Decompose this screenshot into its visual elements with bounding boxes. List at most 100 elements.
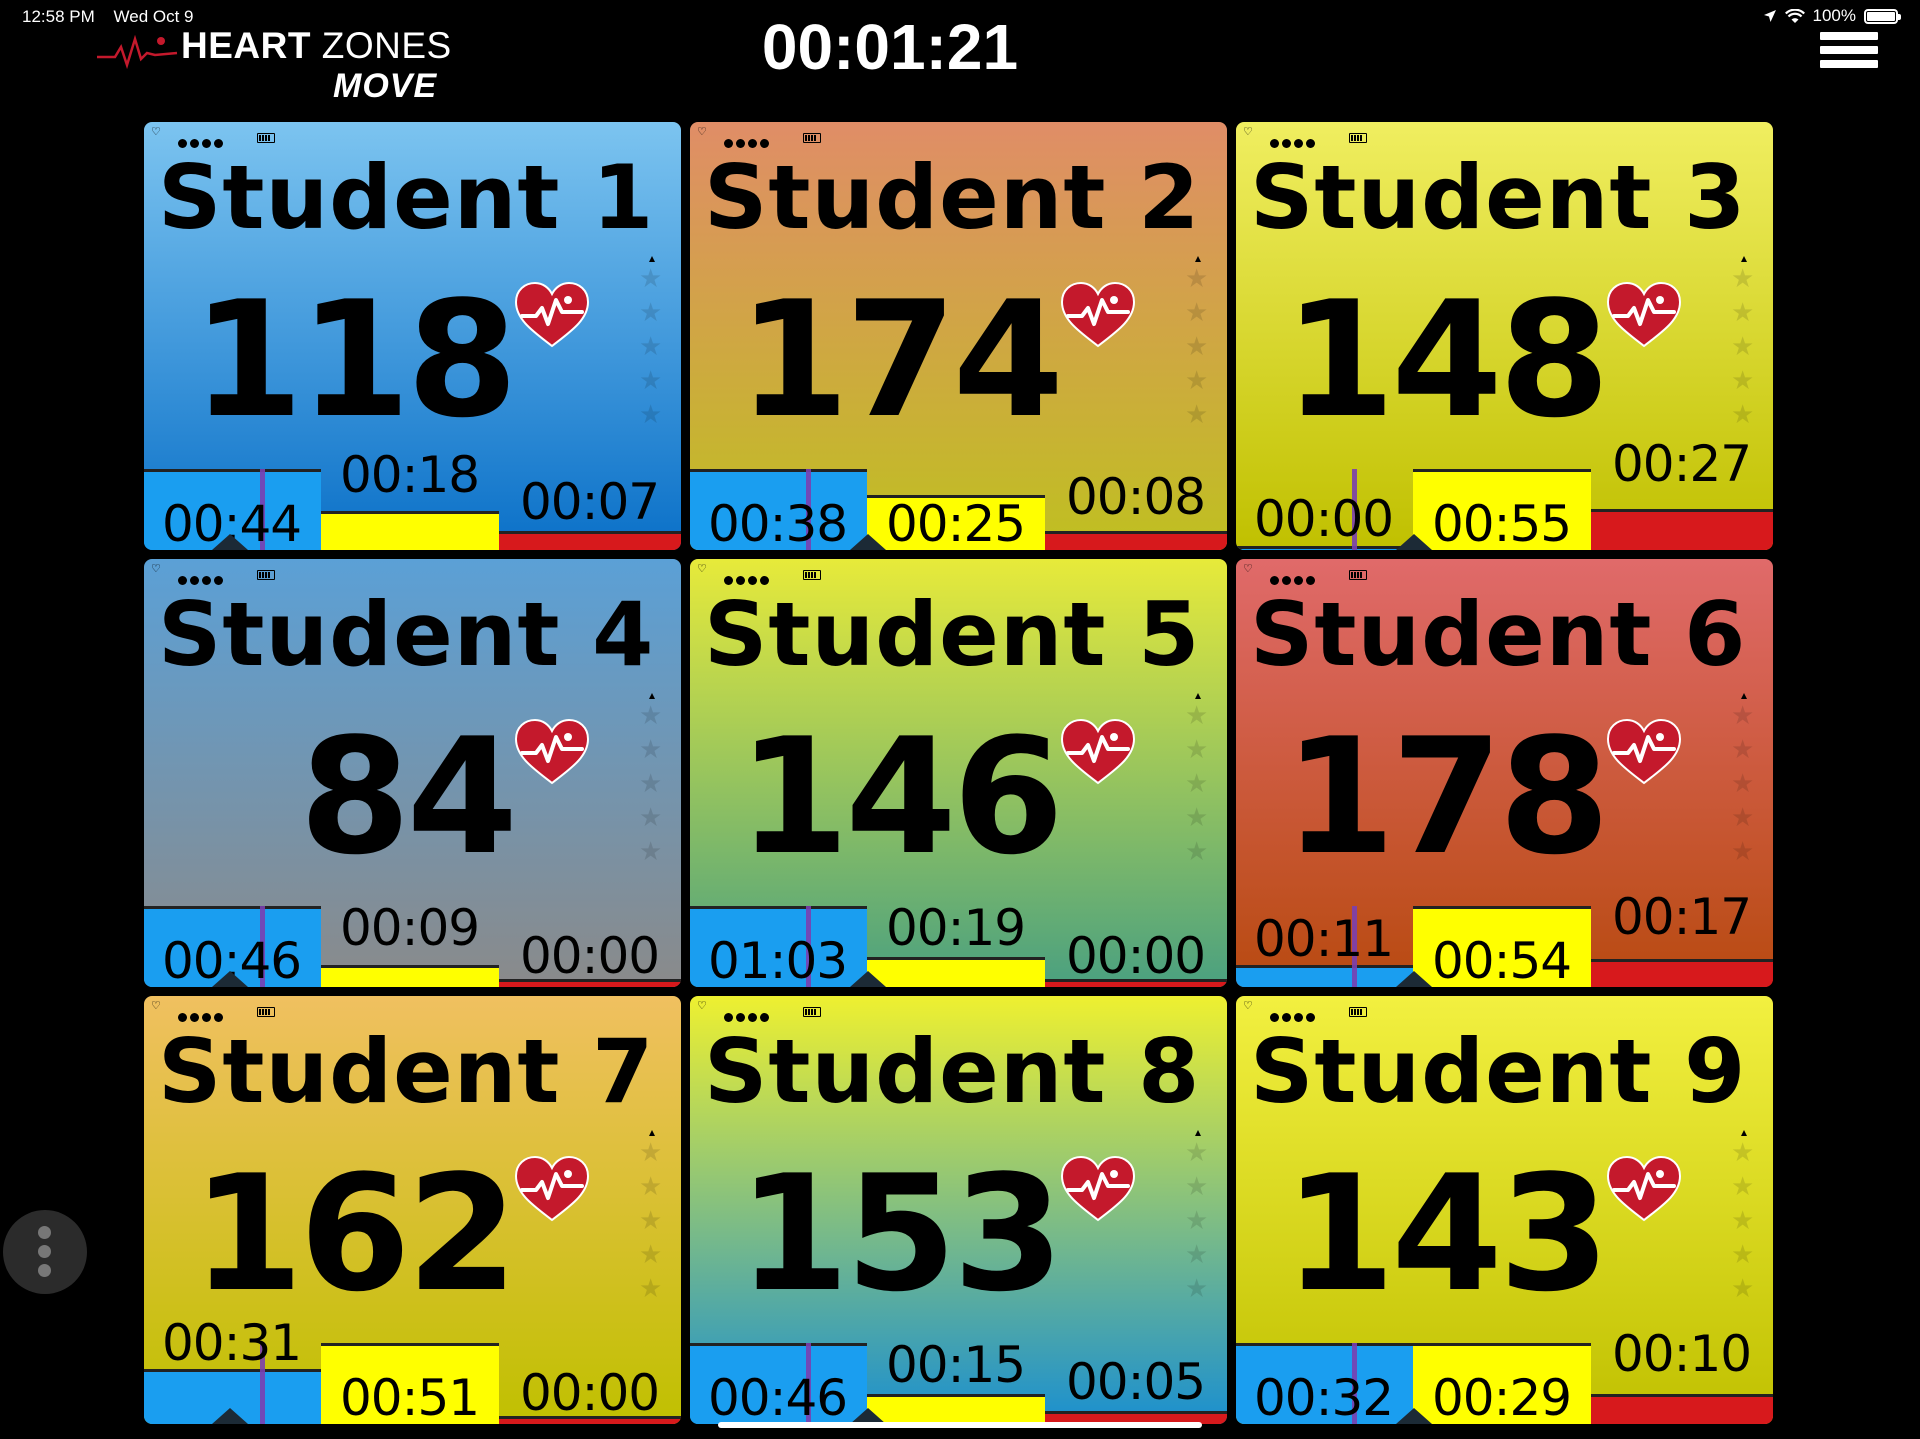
rating-star-icon: ★: [1185, 735, 1209, 765]
student-tile[interactable]: ♡ Student 2 # 174 ★ ★ ★ ★ ★ 00:38 00:25 00:08: [690, 122, 1227, 550]
zone-time: 00:31: [162, 1314, 302, 1372]
zone-bar: [321, 511, 499, 550]
rating-star-icon: ★: [1731, 1138, 1755, 1168]
rating-star-icon: ★: [1731, 366, 1755, 396]
student-tile[interactable]: ♡ Student 7 # 162 ★ ★ ★ ★ ★ 00:31 00:51 00:00: [144, 996, 681, 1424]
rating-star-icon: ★: [639, 1138, 663, 1168]
zone-time: 00:07: [520, 473, 660, 531]
zone-time: 00:00: [1254, 490, 1394, 548]
rating-star-icon: ★: [639, 769, 663, 799]
zone-time: 00:00: [1066, 927, 1206, 985]
rating-star-icon: ★: [639, 735, 663, 765]
rating-star-icon: ★: [1731, 1206, 1755, 1236]
zone-time: 00:11: [1254, 910, 1394, 968]
rating-star-icon: ★: [1731, 1240, 1755, 1270]
student-tile[interactable]: ♡ Student 6 # 178 ★ ★ ★ ★ ★ 00:11 00:54 00:17: [1236, 559, 1773, 987]
hamburger-menu-button[interactable]: [1820, 32, 1878, 76]
zone-time: 00:25: [886, 495, 1026, 550]
zone-time: 00:15: [886, 1336, 1026, 1394]
rating-star-icon: ★: [639, 1274, 663, 1304]
zone-bars: 00:38 00:25 00:08: [690, 440, 1227, 550]
rating-star-icon: ★: [1185, 769, 1209, 799]
heart-rate-value: 143: [1284, 1140, 1610, 1327]
hr-sensor-icon: ♡: [151, 999, 161, 1012]
heart-icon: [1606, 282, 1682, 348]
rating-star-icon: ★: [639, 837, 663, 867]
current-zone-marker: [1396, 534, 1432, 550]
zone-bar: [321, 965, 499, 987]
heartbeat-logo-icon: [97, 34, 178, 70]
student-tile[interactable]: ♡ Student 8 # 153 ★ ★ ★ ★ ★ 00:46 00:15 00:05: [690, 996, 1227, 1424]
app-subbrand: MOVE: [333, 67, 438, 105]
student-tile[interactable]: ♡ Student 5 # 146 ★ ★ ★ ★ ★ 01:03 00:19 00:00: [690, 559, 1227, 987]
rating-star-icon: ★: [1731, 332, 1755, 362]
zone-time: 00:18: [340, 446, 480, 504]
zone-time: 00:09: [340, 899, 480, 957]
rating-star-icon: ★: [1731, 701, 1755, 731]
zone-time: 00:29: [1432, 1369, 1572, 1424]
student-name: Student 3 #: [1250, 146, 1773, 249]
rating-star-icon: ★: [639, 400, 663, 430]
zone-time: 00:19: [886, 899, 1026, 957]
rating-star-icon: ★: [1185, 1240, 1209, 1270]
student-name: Student 6 #: [1250, 583, 1773, 686]
rating-star-icon: ★: [1731, 1172, 1755, 1202]
sensor-battery-icon: [803, 133, 821, 143]
zone-bar: [1591, 1394, 1773, 1424]
rating-star-icon: ★: [1185, 1206, 1209, 1236]
zone-time: 00:17: [1612, 888, 1752, 946]
student-name: Student 7 #: [158, 1020, 681, 1123]
zone-bar: [1591, 509, 1773, 550]
sensor-battery-icon: [1349, 570, 1367, 580]
sensor-battery-icon: [257, 133, 275, 143]
rating-star-icon: ★: [1731, 400, 1755, 430]
zone-time: 00:00: [520, 1364, 660, 1422]
current-zone-marker: [212, 1408, 248, 1424]
more-options-button[interactable]: [3, 1210, 87, 1294]
student-tile[interactable]: ♡ Student 3 # 148 ★ ★ ★ ★ ★ 00:00 00:55 00:27: [1236, 122, 1773, 550]
heart-icon: [1606, 719, 1682, 785]
rating-star-icon: ★: [1731, 298, 1755, 328]
heart-icon: [514, 282, 590, 348]
student-tile[interactable]: ♡Student 1 #118★★★★★00:4400:1800:07: [144, 122, 681, 550]
heart-icon: [1060, 282, 1136, 348]
zone-bar: [1591, 959, 1773, 987]
current-zone-marker: [212, 971, 248, 987]
battery-percent: 100%: [1812, 6, 1856, 25]
current-zone-marker: [212, 534, 248, 550]
status-date: Wed Oct 9: [113, 7, 194, 26]
student-name: Student 4 #: [158, 583, 681, 686]
student-tile[interactable]: ♡Student 4 #84★★★★★00:4600:0900:00: [144, 559, 681, 987]
rating-star-icon: ★: [1731, 735, 1755, 765]
student-tile[interactable]: ♡ Student 9 # 143 ★ ★ ★ ★ ★ 00:32 00:29 00:10: [1236, 996, 1773, 1424]
student-name: Student 2 #: [704, 146, 1227, 249]
zone-bars: 00:00 00:55 00:27: [1236, 436, 1773, 550]
zone-time: 00:05: [1066, 1353, 1206, 1411]
heart-icon: [1060, 719, 1136, 785]
current-zone-marker: [850, 534, 886, 550]
app-logo: HEART ZONES MOVE: [95, 25, 455, 105]
zone-time: 00:27: [1612, 435, 1752, 493]
rating-star-icon: ★: [639, 264, 663, 294]
app-brand: HEART ZONES: [181, 25, 452, 66]
rating-star-icon: ★: [1731, 803, 1755, 833]
student-name: Student 8 #: [704, 1020, 1227, 1123]
current-zone-marker: [850, 971, 886, 987]
rating-star-icon: ★: [1185, 298, 1209, 328]
rating-star-icon: ★: [639, 1172, 663, 1202]
rating-star-icon: ★: [1185, 701, 1209, 731]
hr-sensor-icon: ♡: [1243, 999, 1253, 1012]
student-name: Student 1 #: [158, 146, 681, 249]
session-timer: 00:01:21: [761, 11, 1019, 83]
zone-bar: [1236, 965, 1413, 987]
zone-time: 00:38: [708, 495, 848, 550]
heart-rate-value: 174: [738, 266, 1064, 453]
sensor-battery-icon: [803, 570, 821, 580]
sensor-battery-icon: [1349, 1007, 1367, 1017]
rating-star-icon: ★: [1731, 837, 1755, 867]
zone-time: 00:54: [1432, 932, 1572, 987]
rating-star-icon: ★: [1185, 264, 1209, 294]
rating-star-icon: ★: [1185, 837, 1209, 867]
zone-bars: 00:31 00:51 00:00: [144, 1314, 681, 1424]
rating-star-icon: ★: [639, 701, 663, 731]
